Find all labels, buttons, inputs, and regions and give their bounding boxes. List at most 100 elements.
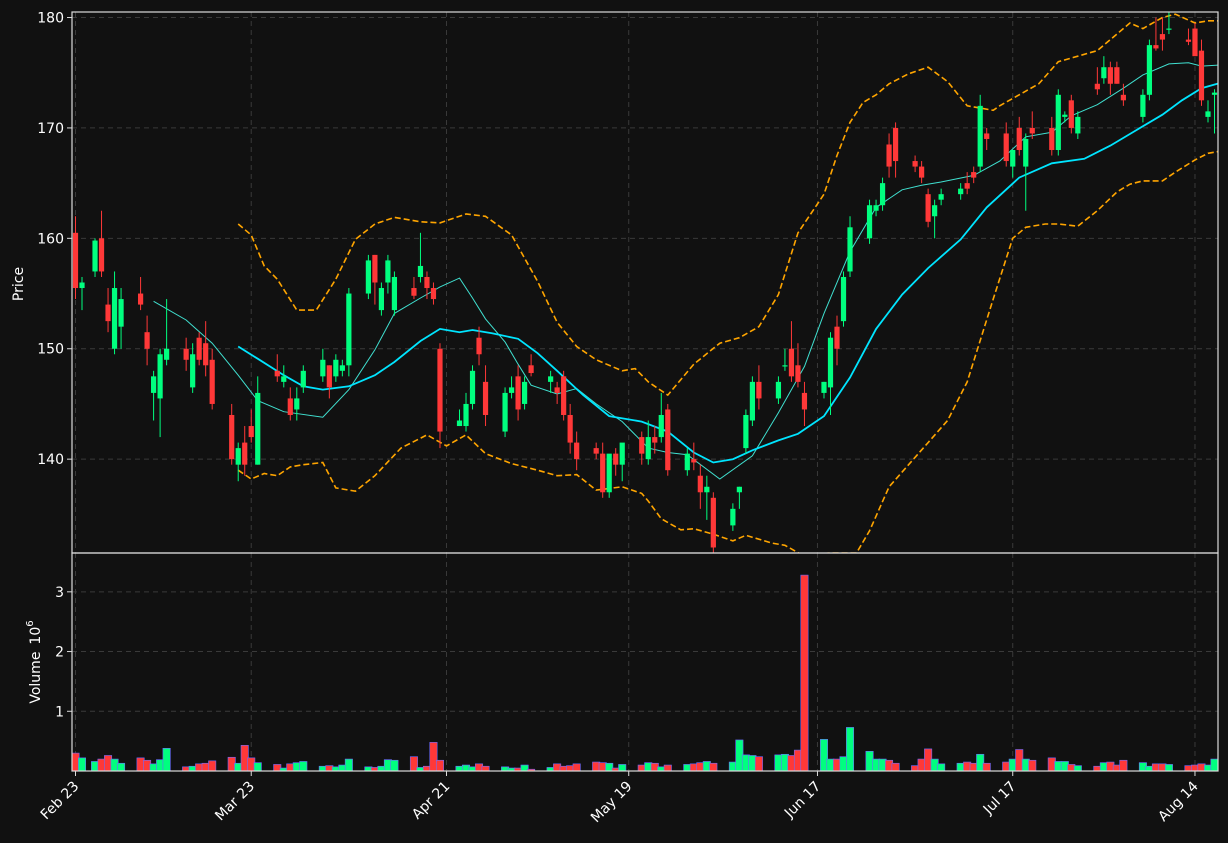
candle-body xyxy=(72,232,79,289)
candle-body xyxy=(619,442,625,465)
price-tick-label: 170 xyxy=(37,121,64,137)
candle-body xyxy=(1114,67,1120,84)
volume-bar xyxy=(1073,765,1082,772)
candle-body xyxy=(958,188,964,195)
candle-body xyxy=(652,437,658,443)
candle-body xyxy=(157,354,163,399)
candle-body xyxy=(788,348,795,377)
volume-bar xyxy=(390,759,399,772)
candle-body xyxy=(1010,150,1016,167)
candle-body xyxy=(456,420,463,427)
candle xyxy=(1068,94,1074,134)
candle-body xyxy=(326,365,332,388)
candle xyxy=(1055,89,1061,156)
volume-bar xyxy=(208,760,217,772)
candle-body xyxy=(879,183,886,206)
candle-body xyxy=(782,365,788,367)
volume-bar xyxy=(1028,759,1037,772)
candle-body xyxy=(508,387,515,393)
candle-body xyxy=(463,403,469,427)
candle xyxy=(606,453,612,498)
volume-bar xyxy=(800,574,809,772)
candle-body xyxy=(235,448,241,465)
candle-body xyxy=(1166,28,1172,30)
price-tick-label: 150 xyxy=(37,342,64,358)
candle-body xyxy=(1159,34,1166,40)
candle-body xyxy=(417,265,424,277)
candle-body xyxy=(561,376,567,415)
candle xyxy=(977,94,983,173)
candle-body xyxy=(548,376,554,382)
candle-body xyxy=(482,381,489,415)
candle-body xyxy=(1049,127,1055,151)
volume-bar xyxy=(344,758,353,772)
candle-body xyxy=(274,370,280,377)
candle-body xyxy=(567,414,573,443)
candle-body xyxy=(1198,50,1205,101)
candle-body xyxy=(593,448,599,454)
volume-bar xyxy=(1119,759,1128,772)
candle-body xyxy=(1068,100,1074,128)
candle-body xyxy=(827,337,834,388)
candle-body xyxy=(730,508,736,526)
volume-axis-exponent-base: 10 xyxy=(28,627,44,645)
candle-body xyxy=(606,453,612,493)
candle xyxy=(1146,39,1153,101)
candle-body xyxy=(613,453,619,465)
candle-body xyxy=(98,238,105,272)
candle-body xyxy=(281,376,287,382)
price-axis-label: Price xyxy=(11,267,27,301)
candle-body xyxy=(1205,111,1211,117)
candle xyxy=(866,199,873,244)
candle-body xyxy=(886,144,892,167)
chart-background xyxy=(0,0,1228,843)
candle xyxy=(502,387,508,438)
candle-body xyxy=(151,376,157,393)
candle-body xyxy=(528,365,534,374)
candle-body xyxy=(658,414,664,438)
candle-body xyxy=(892,127,899,162)
volume-bar xyxy=(937,763,946,772)
candle-body xyxy=(1185,39,1192,42)
candle-body xyxy=(736,486,742,493)
volume-bar xyxy=(435,759,444,772)
candle-body xyxy=(248,426,254,438)
candle-body xyxy=(430,288,437,300)
volume-bar xyxy=(78,757,87,772)
candle-body xyxy=(873,205,879,211)
candle-body xyxy=(521,381,528,404)
candle-body xyxy=(821,381,827,393)
volume-tick-label: 3 xyxy=(55,585,64,601)
candle-body xyxy=(574,442,580,460)
candle-body xyxy=(372,254,378,283)
volume-bar xyxy=(663,764,672,772)
candle-body xyxy=(912,161,918,167)
candle-body xyxy=(1120,94,1126,101)
candle-body xyxy=(209,359,215,404)
candle-body xyxy=(1101,67,1107,79)
volume-bar xyxy=(709,762,718,772)
candle-body xyxy=(964,183,970,189)
candle-body xyxy=(105,304,111,322)
candle-body xyxy=(1140,94,1146,117)
candle-body xyxy=(743,414,749,449)
volume-tick-label: 2 xyxy=(55,645,64,661)
candle-body xyxy=(242,442,248,465)
candle-body xyxy=(775,381,782,399)
candle-body xyxy=(925,194,931,222)
candle-body xyxy=(79,282,85,289)
candle-body xyxy=(320,359,326,377)
candle-body xyxy=(984,133,990,139)
candle-body xyxy=(164,348,170,360)
candle-body xyxy=(111,288,118,349)
candle-body xyxy=(515,376,521,410)
candle-body xyxy=(1192,28,1198,57)
volume-bar xyxy=(891,762,900,772)
volume-tick-label: 1 xyxy=(55,704,64,720)
candle-body xyxy=(834,326,840,349)
candle-body xyxy=(287,398,293,415)
candle-body xyxy=(424,276,430,289)
volume-axis-label-text: Volume xyxy=(28,652,44,704)
candle-body xyxy=(645,437,651,460)
candle-body xyxy=(840,276,847,322)
